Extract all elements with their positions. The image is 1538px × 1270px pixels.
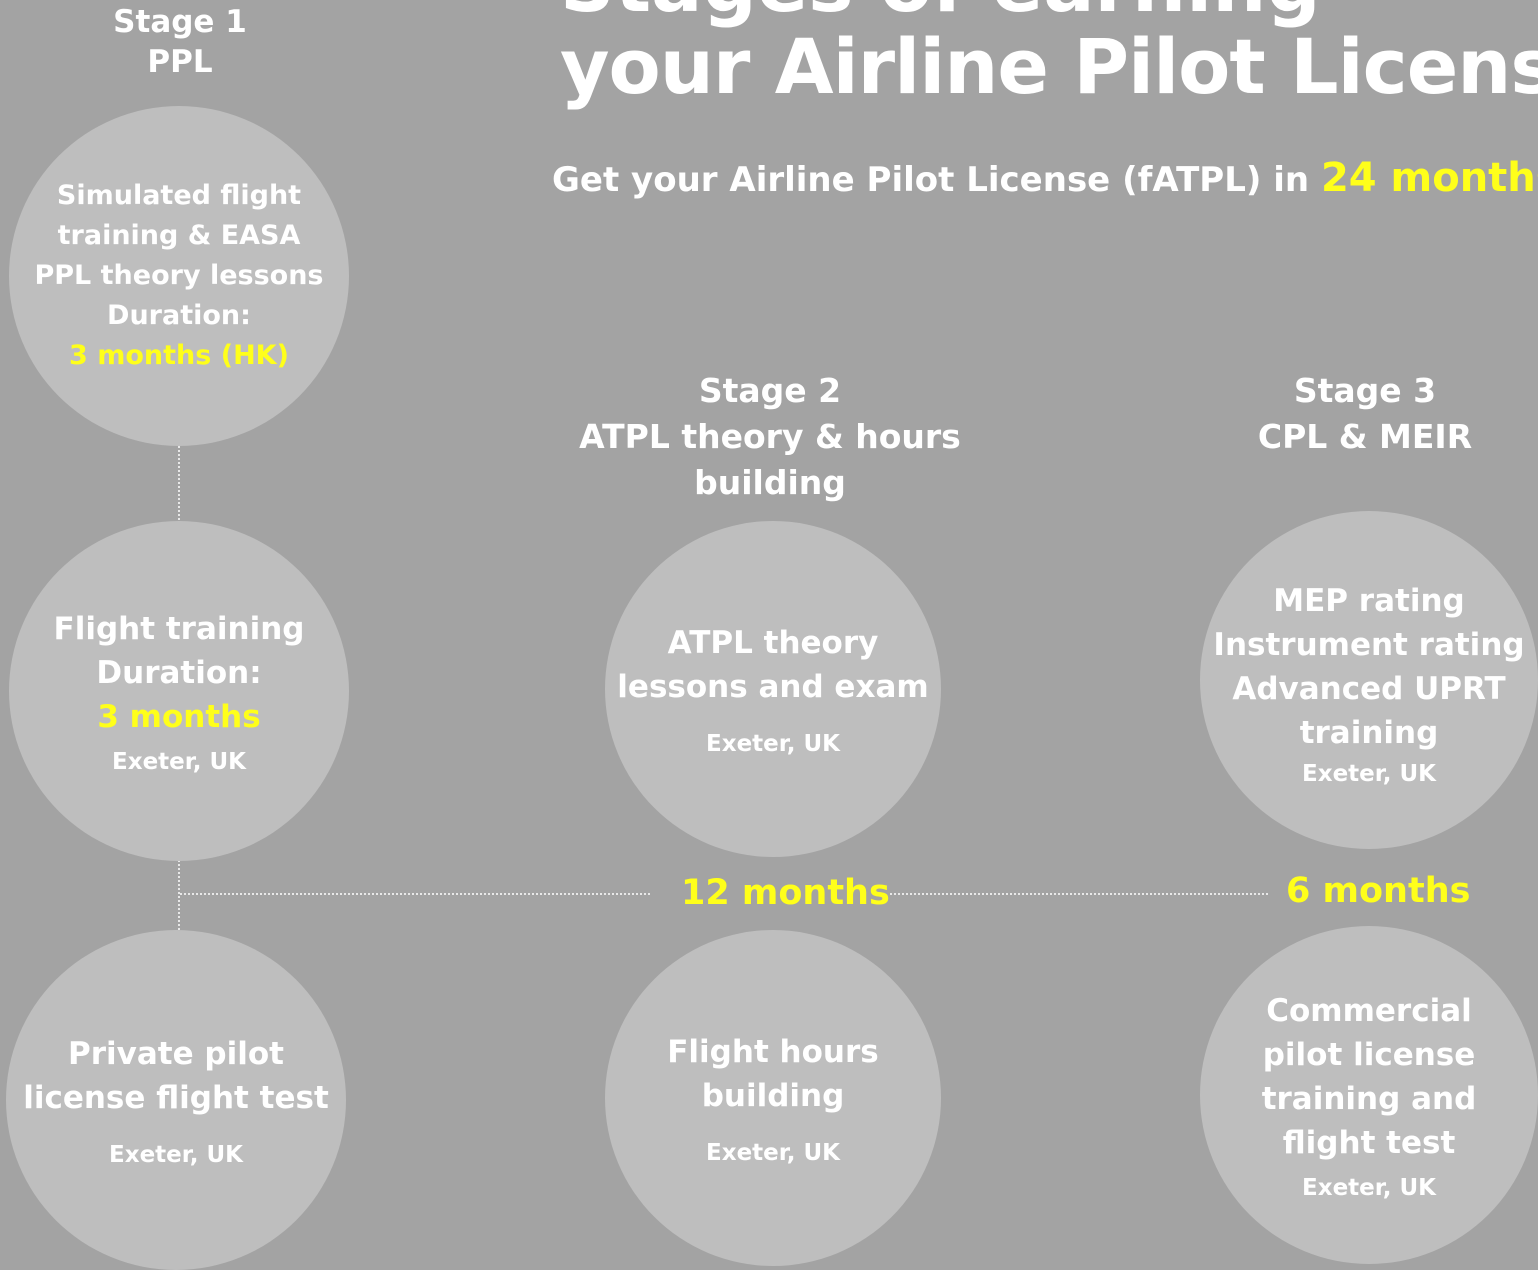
connector-stage1-upper [178,446,180,524]
node-ppl-test-line-2: license flight test [23,1080,329,1116]
node-mep-location: Exeter, UK [1302,761,1436,787]
stage-3-label: Stage 3 [1293,371,1437,410]
node-hours-building-line-1: Flight hours [667,1034,879,1070]
connector-stage1-lower [178,856,180,934]
stage-2-heading: Stage 2 ATPL theory & hours building [560,368,980,506]
node-ppl-test-location: Exeter, UK [109,1142,243,1168]
node-flight-training-location: Exeter, UK [112,749,246,775]
node-atpl-theory-line-2: lessons and exam [617,669,929,705]
node-cpl-line-4: flight test [1282,1125,1456,1161]
node-cpl-location: Exeter, UK [1302,1175,1436,1201]
node-ppl-test: Private pilot license flight test Exeter… [6,930,346,1270]
stage-1-label: Stage 1 [113,4,247,40]
node-mep-line-1: MEP rating [1273,583,1465,619]
stage-3-duration: 6 months [1286,871,1471,911]
node-sim-line-3: PPL theory lessons [34,260,324,291]
subtitle-text: Get your Airline Pilot License (fATPL) i… [552,160,1321,200]
node-hours-building-location: Exeter, UK [706,1140,840,1166]
stage-2-name-cont: building [694,463,846,502]
node-ppl-test-line-1: Private pilot [68,1036,284,1072]
connector-stage1-to-stage2 [180,893,650,895]
stage-2-label: Stage 2 [698,371,842,410]
node-sim-line-4: Duration: [107,300,251,331]
node-atpl-theory-location: Exeter, UK [706,731,840,757]
node-mep-line-2: Instrument rating [1213,627,1525,663]
stage-3-name: CPL & MEIR [1257,417,1473,456]
node-flight-training-duration: 3 months [97,699,261,735]
node-hours-building: Flight hours building Exeter, UK [605,930,941,1266]
stage-2-duration: 12 months [681,873,890,913]
node-mep-line-3: Advanced UPRT [1232,671,1506,707]
node-sim-line-1: Simulated flight [56,180,302,211]
node-mep-instrument: MEP rating Instrument rating Advanced UP… [1200,511,1538,849]
stage-2-name: ATPL theory & hours [579,417,961,456]
node-sim-line-2: training & EASA [57,220,301,251]
subtitle-highlight: 24 months [1320,155,1538,201]
node-cpl-line-3: training and [1261,1081,1477,1117]
stage-3-heading: Stage 3 CPL & MEIR [1215,368,1515,460]
title-line-2: your Airline Pilot License [560,22,1538,111]
node-atpl-theory: ATPL theory lessons and exam Exeter, UK [605,521,941,857]
stage-1-heading: Stage 1 PPL [80,2,280,82]
node-sim-duration: 3 months (HK) [69,340,289,371]
node-flight-training-line-2: Duration: [96,655,262,691]
node-mep-line-4: training [1299,715,1439,751]
node-flight-training: Flight training Duration: 3 months Exete… [9,521,349,861]
node-cpl-test: Commercial pilot license training and fl… [1200,926,1538,1264]
node-simulated-training: Simulated flight training & EASA PPL the… [9,106,349,446]
node-flight-training-line-1: Flight training [53,611,305,647]
subtitle: Get your Airline Pilot License (fATPL) i… [552,155,1538,201]
stage-1-name: PPL [147,44,213,80]
connector-stage2-to-stage3 [890,893,1268,895]
node-cpl-line-2: pilot license [1262,1037,1476,1073]
node-hours-building-line-2: building [701,1078,845,1114]
node-cpl-line-1: Commercial [1266,993,1472,1029]
node-atpl-theory-line-1: ATPL theory [667,625,879,661]
